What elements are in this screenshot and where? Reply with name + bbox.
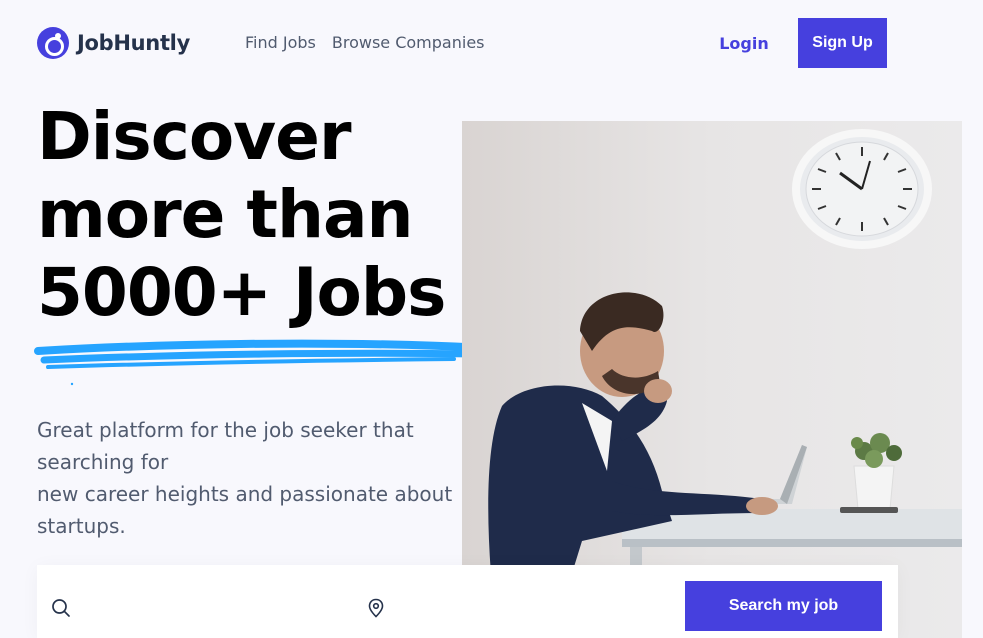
description-line: new career heights and passionate about (37, 482, 453, 506)
hero-photo (462, 121, 962, 638)
search-icon (52, 599, 70, 617)
description-line: Great platform for the job seeker that (37, 418, 414, 442)
location-input[interactable] (395, 598, 645, 618)
man-with-laptop-illustration (462, 121, 962, 638)
signup-button[interactable]: Sign Up (798, 18, 887, 68)
hero-title-line: 5000+ Jobs (37, 254, 446, 331)
location-field[interactable] (367, 595, 657, 621)
login-button[interactable]: Login (705, 18, 783, 68)
description-line: startups. (37, 514, 126, 538)
keyword-input[interactable] (83, 598, 333, 618)
brush-underline (34, 339, 490, 386)
site-header: JobHuntly Find Jobs Browse Companies Log… (0, 0, 983, 86)
logo-icon (37, 27, 69, 59)
logo[interactable]: JobHuntly (37, 27, 190, 59)
main-nav: Find Jobs Browse Companies (245, 33, 485, 52)
search-my-job-button[interactable]: Search my job (685, 581, 882, 631)
nav-find-jobs[interactable]: Find Jobs (245, 33, 316, 52)
hero-title: Discover more than 5000+ Jobs (37, 98, 477, 332)
hero-title-line: Discover (37, 98, 352, 175)
hero-description: Great platform for the job seeker that s… (37, 414, 467, 542)
description-line: searching for (37, 450, 169, 474)
logo-text: JobHuntly (77, 31, 190, 55)
hero-title-line: more than (37, 176, 413, 253)
job-search-bar: Search my job (37, 565, 898, 638)
map-pin-icon (368, 598, 384, 618)
nav-browse-companies[interactable]: Browse Companies (332, 33, 485, 52)
keyword-field[interactable] (51, 595, 341, 621)
clock-icon (792, 129, 932, 249)
